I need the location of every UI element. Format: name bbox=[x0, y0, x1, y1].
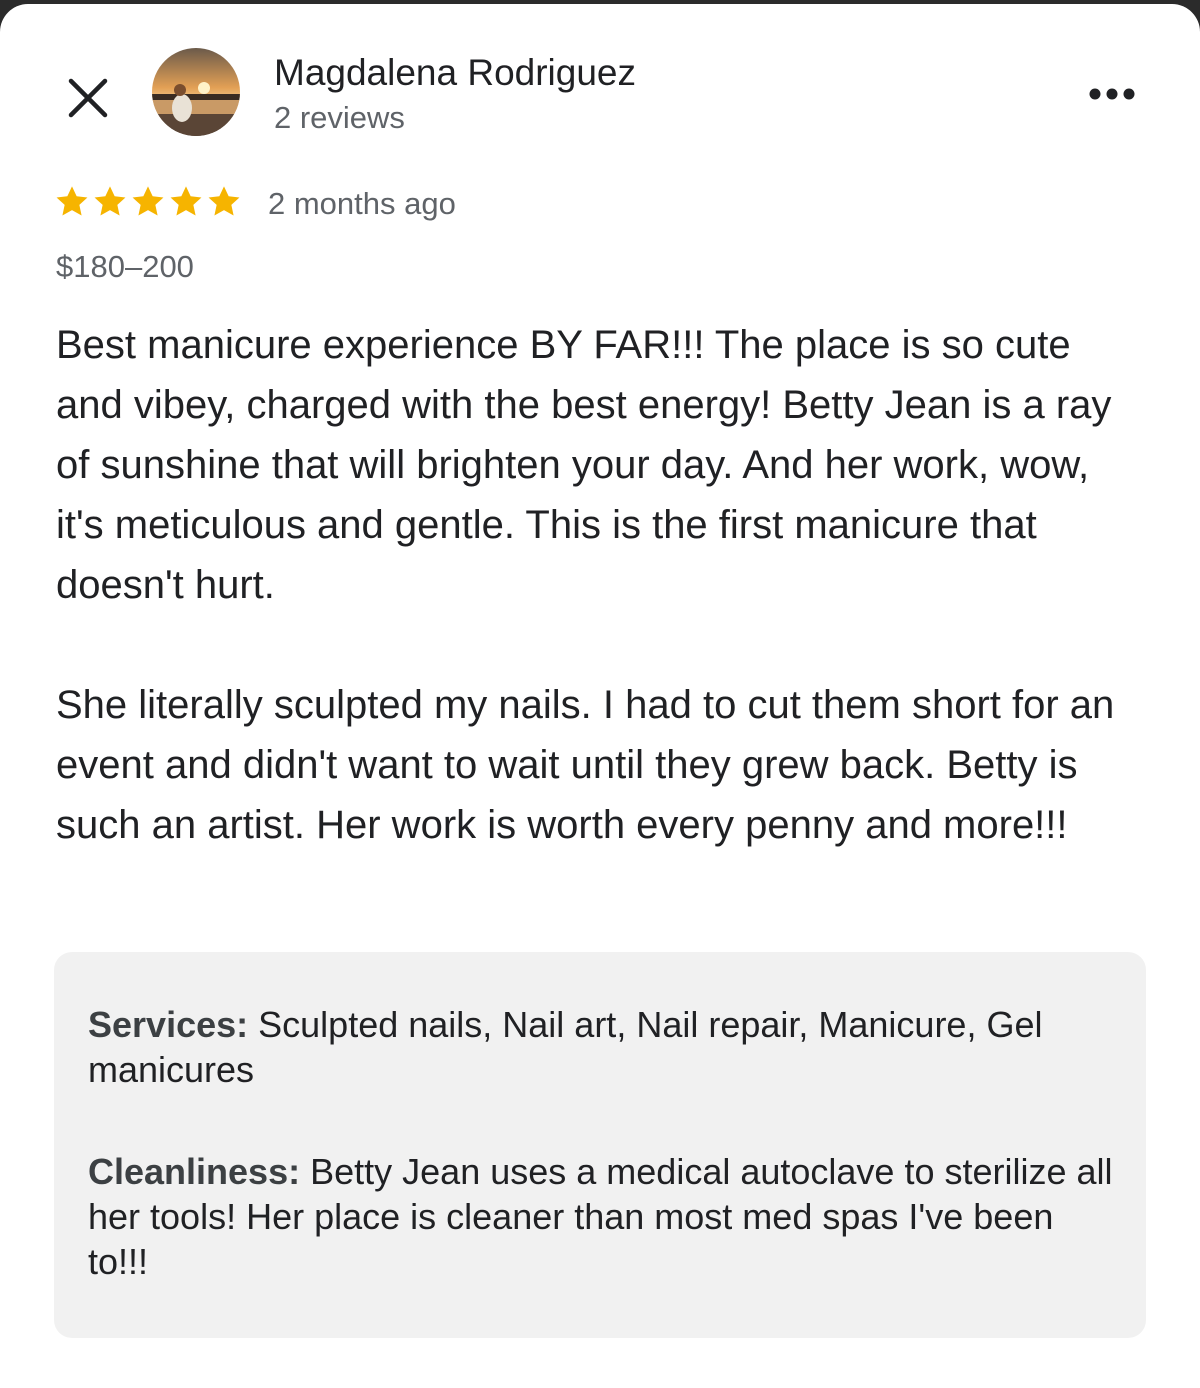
review-sheet: Magdalena Rodriguez 2 reviews 2 months a… bbox=[0, 4, 1200, 1388]
attribute-label: Services: bbox=[88, 1004, 249, 1045]
close-icon bbox=[68, 78, 108, 118]
star-rating bbox=[54, 184, 242, 220]
close-button[interactable] bbox=[60, 70, 116, 126]
attribute-cleanliness: Cleanliness: Betty Jean uses a medical a… bbox=[88, 1149, 1118, 1284]
reviewer-review-count: 2 reviews bbox=[274, 100, 405, 135]
star-icon bbox=[56, 186, 88, 216]
star-icon bbox=[208, 186, 240, 216]
review-body: Best manicure experience BY FAR!!! The p… bbox=[56, 315, 1146, 915]
star-icon bbox=[132, 186, 164, 216]
review-attributes: Services: Sculpted nails, Nail art, Nail… bbox=[54, 952, 1146, 1338]
star-icon bbox=[94, 186, 126, 216]
attribute-services: Services: Sculpted nails, Nail art, Nail… bbox=[88, 1002, 1118, 1092]
attribute-label: Cleanliness: bbox=[88, 1151, 301, 1192]
review-paragraph: Best manicure experience BY FAR!!! The p… bbox=[56, 323, 1112, 607]
review-time: 2 months ago bbox=[268, 186, 456, 221]
review-paragraph: She literally sculpted my nails. I had t… bbox=[56, 683, 1115, 847]
avatar-photo bbox=[152, 48, 240, 136]
more-options-icon bbox=[1089, 88, 1135, 100]
avatar[interactable] bbox=[152, 48, 240, 136]
price-range: $180–200 bbox=[56, 249, 194, 284]
more-options-button[interactable] bbox=[1080, 74, 1144, 114]
reviewer-name[interactable]: Magdalena Rodriguez bbox=[274, 52, 636, 94]
star-icon bbox=[170, 186, 202, 216]
